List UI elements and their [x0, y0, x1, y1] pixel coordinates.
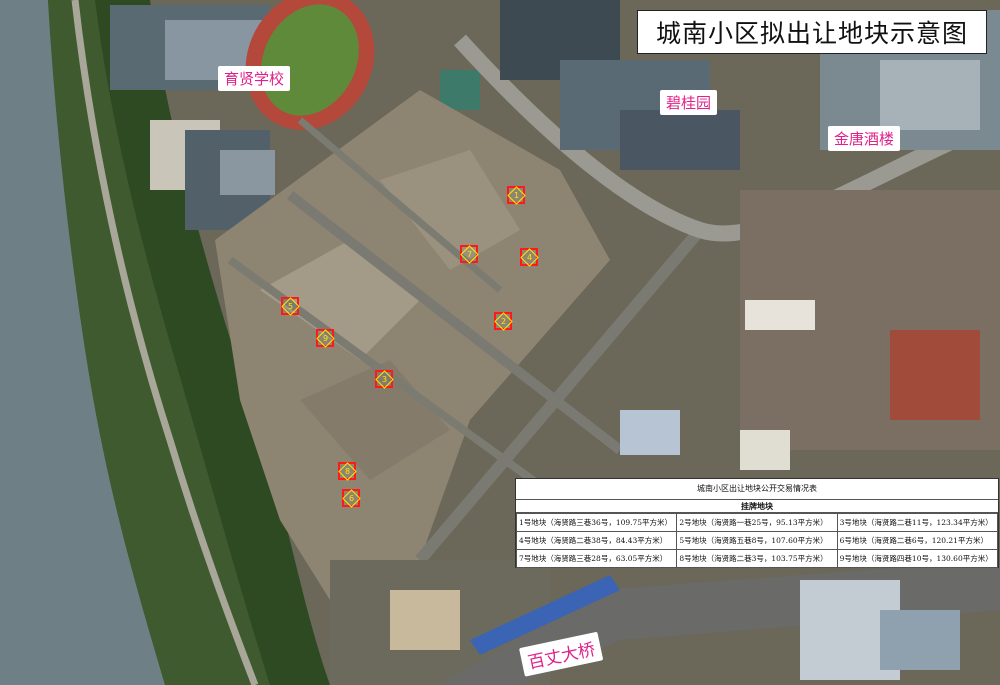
table-row: 1号地块（海贤路三巷36号，109.75平方米） 2号地块（海贤路一巷25号，9… [515, 513, 999, 532]
table-cell: 8号地块（海贤路二巷3号，103.75平方米） [676, 549, 838, 568]
table-cell: 4号地块（海贤路二巷38号，84.43平方米） [515, 531, 678, 550]
table-cell: 7号地块（海贤路三巷28号，63.05平方米） [515, 549, 678, 568]
poi-label-bigui-garden: 碧桂园 [660, 90, 718, 115]
plot-marker-7[interactable]: 7 [459, 244, 479, 264]
table-cell: 1号地块（海贤路三巷36号，109.75平方米） [515, 513, 678, 532]
map-title: 城南小区拟出让地块示意图 [637, 10, 987, 54]
plot-marker-6[interactable]: 6 [341, 488, 361, 508]
table-subtitle: 挂牌地块 [516, 500, 998, 513]
plot-table-grid: 1号地块（海贤路三巷36号，109.75平方米） 2号地块（海贤路一巷25号，9… [515, 513, 999, 568]
poi-label-yuxian-school: 育贤学校 [218, 66, 291, 91]
plot-marker-9[interactable]: 9 [315, 328, 335, 348]
table-cell: 9号地块（海贤路四巷10号，130.60平方米） [836, 549, 999, 568]
table-cell: 2号地块（海贤路一巷25号，95.13平方米） [676, 513, 838, 532]
plot-marker-2[interactable]: 2 [493, 311, 513, 331]
table-row: 7号地块（海贤路三巷28号，63.05平方米） 8号地块（海贤路二巷3号，103… [515, 549, 999, 568]
table-cell: 3号地块（海贤路二巷11号，123.34平方米） [836, 513, 999, 532]
poi-label-jintang-restaurant: 金唐酒楼 [828, 126, 901, 151]
plot-marker-5[interactable]: 5 [280, 296, 300, 316]
table-row: 4号地块（海贤路二巷38号，84.43平方米） 5号地块（海贤路五巷8号，107… [515, 531, 999, 550]
table-cell: 5号地块（海贤路五巷8号，107.60平方米） [676, 531, 838, 550]
plot-marker-3[interactable]: 3 [374, 369, 394, 389]
plot-transaction-table: 城南小区出让地块公开交易情况表 挂牌地块 1号地块（海贤路三巷36号，109.7… [515, 478, 999, 568]
satellite-map[interactable] [0, 0, 1000, 685]
plot-marker-4[interactable]: 4 [519, 247, 539, 267]
plot-marker-8[interactable]: 8 [337, 461, 357, 481]
plot-marker-1[interactable]: 1 [506, 185, 526, 205]
table-title: 城南小区出让地块公开交易情况表 [516, 479, 998, 500]
table-cell: 6号地块（海贤路二巷6号，120.21平方米） [836, 531, 999, 550]
